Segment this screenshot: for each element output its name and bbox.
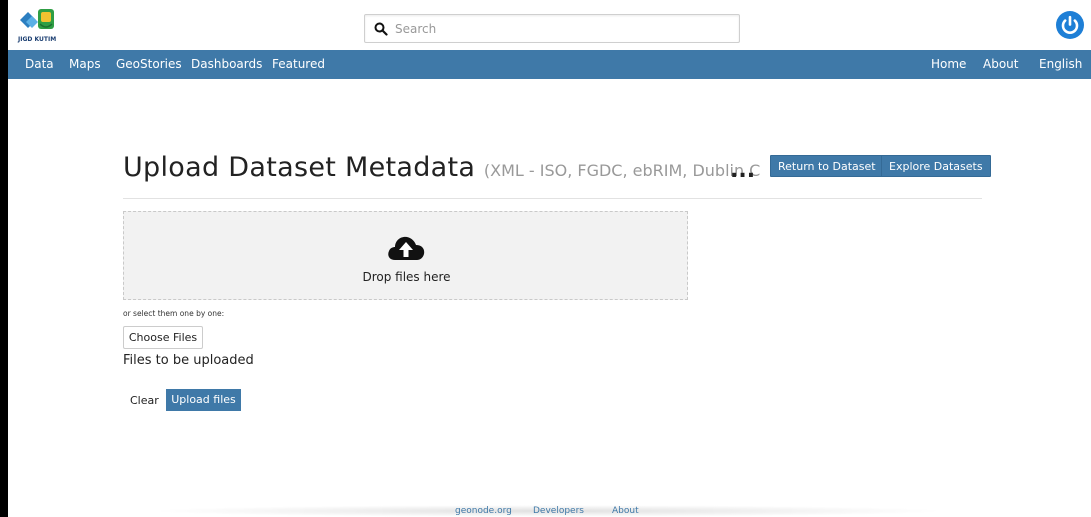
cloud-upload-icon bbox=[388, 236, 425, 260]
nav-item-geostories[interactable]: GeoStories bbox=[116, 50, 182, 79]
choose-files-button[interactable]: Choose Files bbox=[123, 326, 203, 349]
page-title-subtitle: (XML - ISO, FGDC, ebRIM, Dublin C bbox=[483, 161, 761, 180]
clear-button[interactable]: Clear bbox=[130, 394, 159, 407]
footer-link-developers[interactable]: Developers bbox=[533, 506, 584, 516]
page-title: Upload Dataset Metadata (XML - ISO, FGDC… bbox=[123, 152, 766, 192]
explore-datasets-button[interactable]: Explore Datasets bbox=[881, 155, 991, 177]
footer-link-about[interactable]: About bbox=[612, 506, 639, 516]
language-selector[interactable]: English bbox=[1039, 50, 1082, 79]
page-title-main: Upload Dataset Metadata bbox=[123, 152, 476, 183]
main-navbar: Data Maps GeoStories Dashboards Featured… bbox=[8, 50, 1091, 79]
footer-link-geonode[interactable]: geonode.org bbox=[455, 506, 512, 516]
select-hint: or select them one by one: bbox=[123, 309, 225, 318]
browser-viewport: JIGD KUTIM Data Maps GeoStories Dashboar… bbox=[8, 0, 1091, 517]
nav-item-dashboards[interactable]: Dashboards bbox=[191, 50, 262, 79]
file-dropzone[interactable]: Drop files here bbox=[123, 211, 688, 300]
top-header: JIGD KUTIM bbox=[8, 0, 1091, 50]
nav-item-maps[interactable]: Maps bbox=[69, 50, 101, 79]
site-logo[interactable]: JIGD KUTIM bbox=[16, 6, 58, 46]
title-ellipsis: ... bbox=[730, 158, 756, 183]
files-to-upload-label: Files to be uploaded bbox=[123, 353, 254, 368]
upload-files-button[interactable]: Upload files bbox=[166, 389, 241, 411]
search-input[interactable] bbox=[395, 18, 725, 39]
nav-item-home[interactable]: Home bbox=[931, 50, 966, 79]
logo-text: JIGD KUTIM bbox=[17, 36, 56, 43]
dropzone-label: Drop files here bbox=[362, 270, 451, 284]
nav-item-about[interactable]: About bbox=[983, 50, 1018, 79]
title-divider bbox=[123, 198, 982, 199]
nav-item-featured[interactable]: Featured bbox=[272, 50, 325, 79]
return-to-dataset-button[interactable]: Return to Dataset bbox=[770, 155, 884, 177]
search-box[interactable] bbox=[364, 14, 740, 43]
nav-item-data[interactable]: Data bbox=[25, 50, 54, 79]
search-icon bbox=[374, 22, 388, 36]
power-icon[interactable] bbox=[1055, 10, 1085, 40]
